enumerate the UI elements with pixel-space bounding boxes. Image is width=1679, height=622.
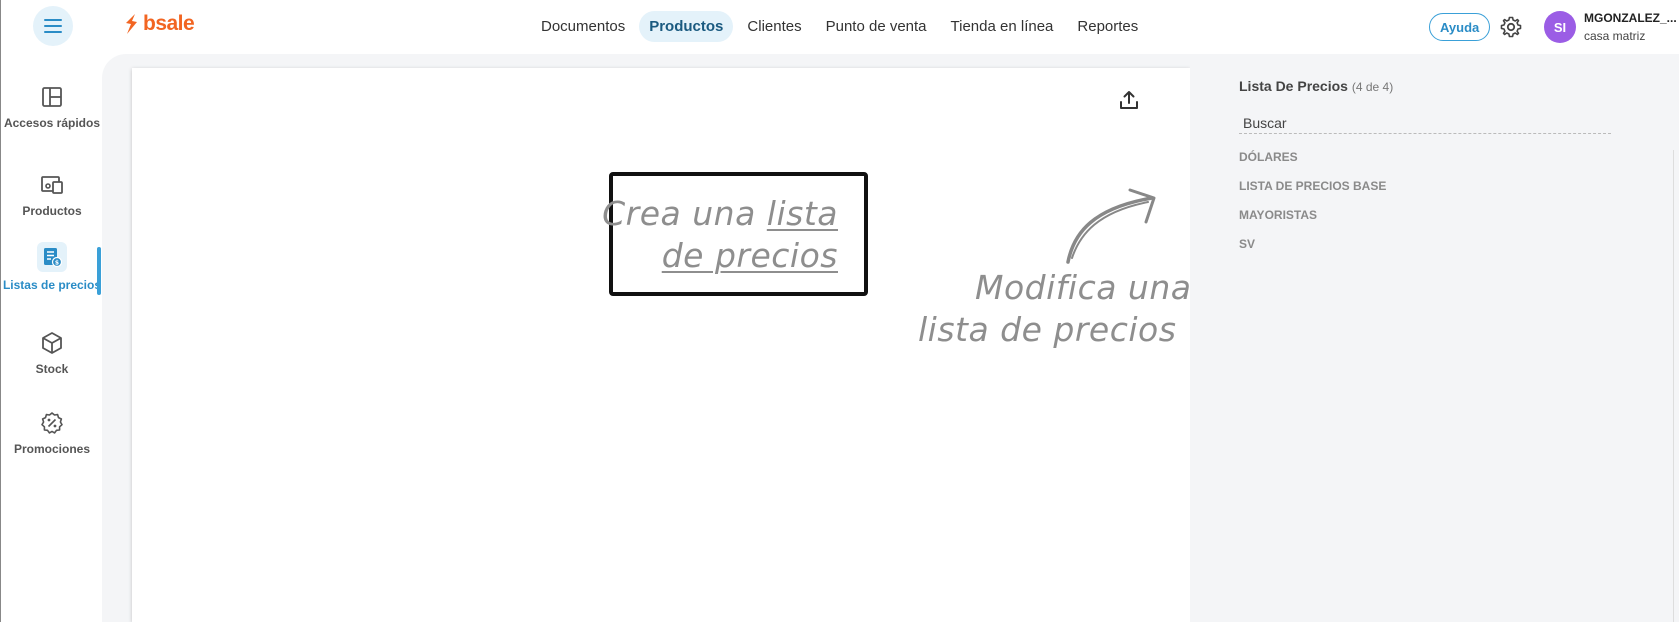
hand-drawn-arrow-icon	[1066, 188, 1156, 264]
list-item-dolares[interactable]: DÓLARES	[1239, 150, 1298, 164]
nav-punto-de-venta[interactable]: Punto de venta	[816, 11, 937, 42]
panel-title-text: Lista De Precios	[1239, 78, 1348, 94]
nav-tienda-en-linea[interactable]: Tienda en línea	[941, 11, 1064, 42]
active-icon-bg: $	[37, 242, 67, 272]
sidebar-item-label: Stock	[35, 362, 69, 376]
create-hint-link[interactable]: lista	[767, 194, 838, 233]
nav-documentos[interactable]: Documentos	[531, 11, 635, 42]
avatar[interactable]: SI	[1544, 11, 1576, 43]
gear-icon[interactable]	[1499, 15, 1523, 39]
nav-reportes[interactable]: Reportes	[1067, 11, 1148, 42]
create-hint-line2[interactable]: de precios	[662, 236, 838, 275]
hamburger-icon	[44, 19, 62, 33]
list-item-sv[interactable]: SV	[1239, 237, 1255, 251]
main-nav: Documentos Productos Clientes Punto de v…	[531, 11, 1148, 42]
panel-scroll-divider	[1673, 150, 1674, 622]
search-input[interactable]	[1239, 112, 1611, 134]
bsale-logo[interactable]: bsale	[123, 12, 195, 36]
sidebar-item-label: Accesos rápidos	[3, 116, 101, 130]
menu-button[interactable]	[33, 6, 73, 46]
sidebar: Accesos rápidos Productos $ Listas de pr…	[0, 54, 102, 622]
logo-bolt-icon	[126, 14, 137, 34]
modify-hint-line2: lista de precios	[918, 310, 1177, 349]
price-list-icon: $	[44, 248, 63, 268]
sidebar-item-label: Listas de precios	[2, 278, 102, 292]
list-item-lista-de-precios-base[interactable]: LISTA DE PRECIOS BASE	[1239, 179, 1386, 193]
discount-badge-icon	[41, 412, 63, 434]
user-branch: casa matriz	[1584, 29, 1646, 43]
sidebar-item-label: Promociones	[13, 442, 91, 456]
price-list-panel	[1190, 54, 1679, 622]
layout-icon	[42, 87, 62, 107]
sidebar-item-productos[interactable]: Productos	[1, 172, 103, 218]
help-button[interactable]: Ayuda	[1429, 13, 1491, 41]
modify-hint-line1: Modifica una	[975, 268, 1192, 307]
create-hint-text: Crea una	[602, 194, 767, 233]
sidebar-item-stock[interactable]: Stock	[1, 330, 103, 376]
logo-text: bsale	[143, 12, 195, 35]
panel-title: Lista De Precios (4 de 4)	[1239, 78, 1393, 94]
list-item-mayoristas[interactable]: MAYORISTAS	[1239, 208, 1317, 222]
upload-icon[interactable]	[1117, 88, 1141, 112]
user-name[interactable]: MGONZALEZ_...	[1584, 11, 1678, 25]
create-price-list-box[interactable]: Crea una lista de precios	[602, 172, 868, 296]
devices-icon	[41, 176, 63, 194]
sidebar-active-indicator	[97, 247, 101, 295]
box-icon	[42, 332, 62, 354]
sidebar-item-label: Productos	[22, 204, 82, 218]
nav-productos[interactable]: Productos	[639, 11, 734, 42]
create-hint-line1: Crea una lista	[602, 194, 838, 233]
sidebar-item-promociones[interactable]: Promociones	[1, 410, 103, 456]
nav-clientes[interactable]: Clientes	[737, 11, 811, 42]
top-header: bsale Documentos Productos Clientes Punt…	[0, 0, 1679, 54]
panel-count: (4 de 4)	[1351, 80, 1394, 94]
sidebar-item-listas-de-precios[interactable]: $ Listas de precios	[1, 242, 103, 292]
svg-text:$: $	[55, 259, 59, 266]
sidebar-item-accesos-rapidos[interactable]: Accesos rápidos	[1, 84, 103, 130]
